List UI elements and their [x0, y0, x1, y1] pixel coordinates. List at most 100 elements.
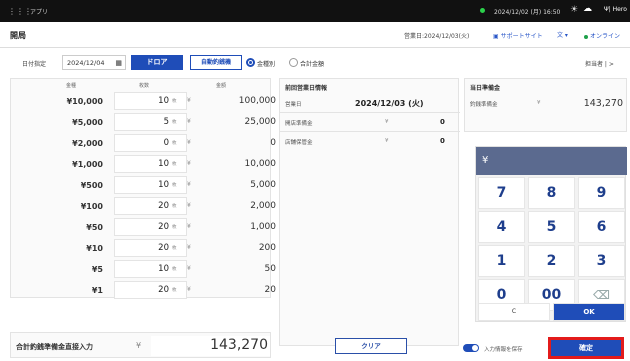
count-unit: 枚 [172, 141, 177, 146]
auto-change-machine-button[interactable]: 自動釣銭機 [190, 55, 242, 70]
key-1[interactable]: 1 [478, 245, 525, 277]
count-unit: 枚 [172, 183, 177, 188]
amount-value: 200 [258, 243, 276, 253]
denomination: ¥5,000 [72, 118, 103, 127]
key-6[interactable]: 6 [578, 211, 625, 243]
status-dot-icon [480, 8, 485, 13]
change-reserve-yen: ¥ [537, 100, 541, 106]
key-8[interactable]: 8 [528, 177, 575, 209]
denomination: ¥2,000 [72, 139, 103, 148]
opening-reserve-label: 開店準備金 [285, 121, 313, 127]
grid-icon[interactable]: ⋮⋮⋮ [8, 7, 32, 16]
keypad-display: ¥ [476, 147, 627, 175]
today-reserve-title: 当日準備金 [470, 85, 501, 92]
denomination: ¥1,000 [72, 160, 103, 169]
controls-bar: 日付指定 2024/12/04 ▦ ドロア 自動釣銭機 金種別 合計金額 担当者… [0, 50, 630, 76]
amount-value: 100,000 [238, 96, 276, 106]
column-header-count: 枚数 [139, 83, 150, 89]
store-storage-value: 0 [440, 137, 445, 145]
brand-logo: Ψ| Hero [604, 6, 627, 13]
key-7[interactable]: 7 [478, 177, 525, 209]
column-header-denomination: 金種 [66, 83, 77, 89]
table-row: ¥50 20 枚 ¥1,000 [11, 217, 276, 238]
language-selector[interactable]: 文 ▾ [557, 30, 568, 39]
business-date: 営業日:2024/12/03(火) [404, 33, 470, 40]
key-3[interactable]: 3 [578, 245, 625, 277]
amount-value: 20 [264, 285, 276, 295]
online-label: オンライン [590, 33, 621, 40]
key-4[interactable]: 4 [478, 211, 525, 243]
business-day-label: 営業日 [285, 102, 302, 108]
key-9[interactable]: 9 [578, 177, 625, 209]
table-row: ¥500 10 枚 ¥5,000 [11, 175, 276, 196]
key-2[interactable]: 2 [528, 245, 575, 277]
drawer-button[interactable]: ドロア [131, 55, 183, 70]
save-input-toggle[interactable] [463, 344, 479, 352]
opening-reserve-value: 0 [440, 118, 445, 126]
count-value: 0 [163, 138, 169, 148]
denomination: ¥1 [91, 286, 103, 295]
radio-total-amount[interactable] [289, 58, 298, 67]
denomination: ¥500 [80, 181, 103, 190]
date-value: 2024/12/04 [67, 59, 105, 67]
page-title: 開局 [10, 31, 26, 40]
store-storage-yen: ¥ [385, 138, 389, 144]
count-unit: 枚 [172, 246, 177, 251]
table-row: ¥5,000 5 枚 ¥25,000 [11, 112, 276, 133]
amount-yen: ¥ [187, 139, 191, 146]
denomination: ¥10,000 [66, 97, 103, 106]
confirm-button[interactable]: 確定 [548, 337, 624, 359]
clear-button[interactable]: クリア [335, 338, 407, 354]
table-row: ¥1 20 枚 ¥20 [11, 280, 276, 301]
column-header-amount: 金額 [216, 83, 227, 89]
clear-key[interactable]: C [478, 303, 550, 321]
previous-day-title: 前回営業日情報 [285, 85, 328, 92]
count-unit: 枚 [172, 225, 177, 230]
amount-value: 5,000 [250, 180, 276, 190]
amount-yen: ¥ [187, 97, 191, 104]
count-value: 5 [163, 117, 169, 127]
datetime: 2024/12/02 (月) 16:50 [494, 9, 561, 16]
amount-value: 10,000 [244, 159, 277, 169]
count-value: 20 [158, 243, 169, 253]
previous-day-panel: 前回営業日情報 営業日 2024/12/03 (火) 開店準備金 ¥ 0 店舗保… [279, 78, 460, 346]
count-value: 10 [158, 159, 169, 169]
sun-icon: ☀ [570, 5, 579, 15]
amount-yen: ¥ [187, 223, 191, 230]
count-value: 20 [158, 201, 169, 211]
numeric-keypad: ¥ 7 8 9 4 5 6 1 2 3 0 00 ⌫ C OK [475, 146, 627, 322]
total-yen: ¥ [136, 341, 142, 350]
opening-reserve-yen: ¥ [385, 119, 389, 125]
amount-yen: ¥ [187, 181, 191, 188]
key-5[interactable]: 5 [528, 211, 575, 243]
count-unit: 枚 [172, 99, 177, 104]
radio-by-denomination[interactable] [246, 58, 255, 67]
count-unit: 枚 [172, 120, 177, 125]
change-reserve-value: 143,270 [583, 98, 623, 109]
amount-value: 50 [264, 264, 276, 274]
app-name[interactable]: アプリ [30, 7, 48, 16]
date-input[interactable]: 2024/12/04 ▦ [62, 55, 126, 70]
total-direct-input-label: 合計釣銭準備金直接入力 [16, 343, 93, 351]
online-status[interactable]: オンライン [584, 31, 620, 40]
amount-value: 25,000 [244, 117, 277, 127]
divider [280, 131, 460, 132]
table-row: ¥10 20 枚 ¥200 [11, 238, 276, 259]
calendar-icon[interactable]: ▦ [115, 59, 122, 67]
page-header: 開局 営業日:2024/12/03(火) ▣ サポートサイト 文 ▾ オンライン [0, 22, 630, 48]
count-unit: 枚 [172, 162, 177, 167]
ok-key[interactable]: OK [553, 303, 625, 321]
total-direct-input-panel: 合計釣銭準備金直接入力 ¥ 143,270 [10, 332, 271, 358]
count-unit: 枚 [172, 288, 177, 293]
table-row: ¥10,000 10 枚 ¥100,000 [11, 91, 276, 112]
person-in-charge[interactable]: 担当者 | > [585, 59, 614, 68]
amount-value: 1,000 [250, 222, 276, 232]
store-storage-label: 店舗保管金 [285, 140, 313, 146]
amount-value: 2,000 [250, 201, 276, 211]
support-site-link[interactable]: ▣ サポートサイト [493, 31, 543, 40]
count-value: 10 [158, 96, 169, 106]
count-value: 20 [158, 285, 169, 295]
amount-yen: ¥ [187, 118, 191, 125]
amount-yen: ¥ [187, 265, 191, 272]
denomination-table: 金種 枚数 金額 ¥10,000 10 枚 ¥100,000 ¥5,000 5 枚 ¥25,0… [10, 78, 276, 301]
